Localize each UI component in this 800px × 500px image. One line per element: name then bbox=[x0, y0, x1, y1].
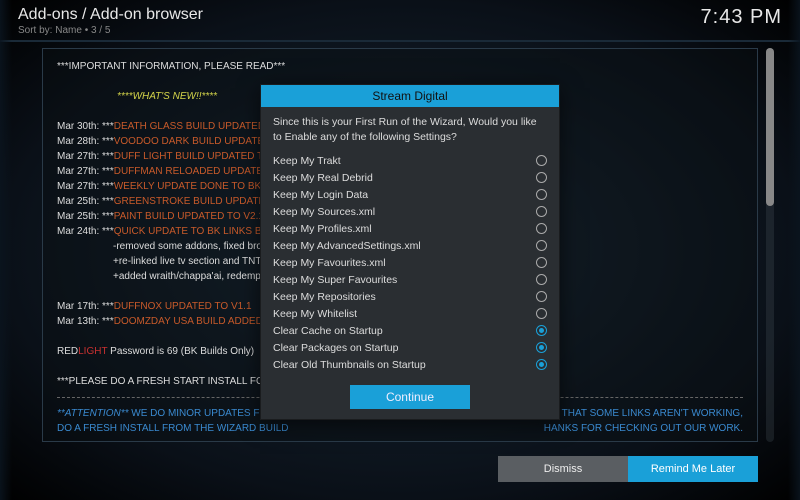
setting-toggle[interactable]: Clear Old Thumbnails on Startup bbox=[273, 356, 547, 373]
radio-icon[interactable] bbox=[536, 189, 547, 200]
divider bbox=[0, 40, 800, 42]
scrollbar[interactable] bbox=[766, 48, 774, 442]
radio-icon[interactable] bbox=[536, 325, 547, 336]
sort-info: Sort by: Name • 3 / 5 bbox=[18, 25, 203, 36]
setting-toggle[interactable]: Keep My Login Data bbox=[273, 186, 547, 203]
clock: 7:43 PM bbox=[701, 6, 782, 29]
setting-toggle[interactable]: Keep My Whitelist bbox=[273, 305, 547, 322]
setting-label: Keep My AdvancedSettings.xml bbox=[273, 240, 421, 252]
setting-label: Clear Old Thumbnails on Startup bbox=[273, 359, 426, 371]
setting-toggle[interactable]: Keep My Favourites.xml bbox=[273, 254, 547, 271]
setting-toggle[interactable]: Keep My Sources.xml bbox=[273, 203, 547, 220]
header: Add-ons / Add-on browser Sort by: Name •… bbox=[0, 0, 800, 38]
setting-label: Clear Cache on Startup bbox=[273, 325, 383, 337]
setting-label: Clear Packages on Startup bbox=[273, 342, 399, 354]
setting-label: Keep My Super Favourites bbox=[273, 274, 397, 286]
setting-label: Keep My Trakt bbox=[273, 155, 341, 167]
continue-button[interactable]: Continue bbox=[350, 385, 470, 409]
footer: Dismiss Remind Me Later bbox=[498, 456, 758, 482]
setting-label: Keep My Real Debrid bbox=[273, 172, 373, 184]
setting-label: Keep My Repositories bbox=[273, 291, 376, 303]
radio-icon[interactable] bbox=[536, 223, 547, 234]
radio-icon[interactable] bbox=[536, 308, 547, 319]
radio-icon[interactable] bbox=[536, 257, 547, 268]
radio-icon[interactable] bbox=[536, 359, 547, 370]
setting-toggle[interactable]: Clear Cache on Startup bbox=[273, 322, 547, 339]
setting-label: Keep My Sources.xml bbox=[273, 206, 375, 218]
setting-toggle[interactable]: Clear Packages on Startup bbox=[273, 339, 547, 356]
wizard-dialog: Stream Digital Since this is your First … bbox=[260, 84, 560, 420]
setting-toggle[interactable]: Keep My Profiles.xml bbox=[273, 220, 547, 237]
setting-label: Keep My Whitelist bbox=[273, 308, 357, 320]
radio-icon[interactable] bbox=[536, 206, 547, 217]
dismiss-button[interactable]: Dismiss bbox=[498, 456, 628, 482]
setting-toggle[interactable]: Keep My Real Debrid bbox=[273, 169, 547, 186]
setting-toggle[interactable]: Keep My Repositories bbox=[273, 288, 547, 305]
setting-toggle[interactable]: Keep My Super Favourites bbox=[273, 271, 547, 288]
setting-label: Keep My Login Data bbox=[273, 189, 368, 201]
radio-icon[interactable] bbox=[536, 240, 547, 251]
setting-toggle[interactable]: Keep My Trakt bbox=[273, 152, 547, 169]
setting-label: Keep My Profiles.xml bbox=[273, 223, 372, 235]
setting-label: Keep My Favourites.xml bbox=[273, 257, 386, 269]
dialog-prompt: Since this is your First Run of the Wiza… bbox=[261, 107, 559, 150]
attention-line-2: DO A FRESH INSTALL FROM THE WIZARD BUILD… bbox=[57, 421, 743, 436]
scrollbar-thumb[interactable] bbox=[766, 48, 774, 206]
radio-icon[interactable] bbox=[536, 342, 547, 353]
setting-toggle[interactable]: Keep My AdvancedSettings.xml bbox=[273, 237, 547, 254]
radio-icon[interactable] bbox=[536, 155, 547, 166]
radio-icon[interactable] bbox=[536, 172, 547, 183]
radio-icon[interactable] bbox=[536, 274, 547, 285]
dialog-title: Stream Digital bbox=[261, 85, 559, 107]
radio-icon[interactable] bbox=[536, 291, 547, 302]
page-title: Add-ons / Add-on browser bbox=[18, 6, 203, 24]
notice-header: ***IMPORTANT INFORMATION, PLEASE READ*** bbox=[57, 59, 743, 74]
remind-later-button[interactable]: Remind Me Later bbox=[628, 456, 758, 482]
